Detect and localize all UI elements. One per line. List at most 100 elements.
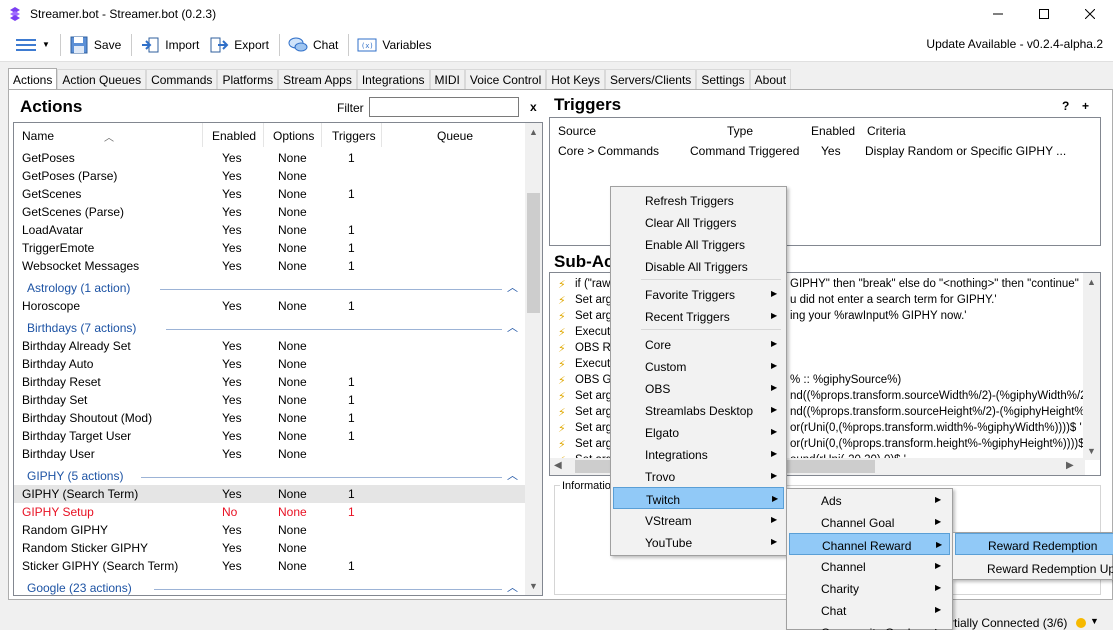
action-group-header[interactable]: Birthdays (7 actions) ︿ — [14, 319, 526, 337]
trigger-row-enabled[interactable]: Yes — [821, 144, 841, 158]
scroll-right-icon[interactable]: ▶ — [1066, 460, 1074, 471]
action-row[interactable]: Birthday Target User Yes None 1 — [14, 427, 526, 445]
twitch-menu-item[interactable]: Chat ▶ — [789, 599, 950, 621]
trigger-column-source[interactable]: Source — [558, 124, 596, 138]
update-available-link[interactable]: Update Available - v0.2.4-alpha.2 — [926, 37, 1103, 51]
add-trigger-button[interactable]: + — [1082, 99, 1089, 113]
trigger-row-criteria[interactable]: Display Random or Specific GIPHY ... — [865, 144, 1066, 158]
column-header-triggers[interactable]: Triggers — [332, 129, 376, 143]
actions-list[interactable]: ︿ Name Enabled Options Triggers Queue Ge… — [13, 122, 543, 596]
menu-item-streamlabs-desktop[interactable]: Streamlabs Desktop ▶ — [613, 399, 784, 421]
collapse-chevron-icon[interactable]: ︿ — [507, 319, 518, 335]
twitch-menu-item[interactable]: Ads ▶ — [789, 489, 950, 511]
action-row[interactable]: Random GIPHY Yes None — [14, 521, 526, 539]
tab-midi[interactable]: MIDI — [429, 69, 465, 90]
trigger-column-type[interactable]: Type — [727, 124, 753, 138]
action-row[interactable]: LoadAvatar Yes None 1 — [14, 221, 526, 239]
column-header-enabled[interactable]: Enabled — [212, 129, 256, 143]
twitch-menu-item[interactable]: Channel Reward ▶ — [789, 533, 950, 555]
tab-servers-clients[interactable]: Servers/Clients — [604, 69, 697, 90]
triggers-help-button[interactable]: ? — [1062, 99, 1069, 113]
save-button[interactable]: Save — [65, 32, 125, 58]
menu-item-trovo[interactable]: Trovo ▶ — [613, 465, 784, 487]
reward-menu-item[interactable]: Reward Redemption — [955, 533, 1113, 555]
action-row[interactable]: Birthday User Yes None — [14, 445, 526, 463]
tab-integrations[interactable]: Integrations — [356, 69, 430, 90]
collapse-chevron-icon[interactable]: ︿ — [507, 467, 518, 483]
menu-item[interactable]: Favorite Triggers ▶ — [613, 283, 784, 305]
export-button[interactable]: Export — [205, 32, 273, 58]
menu-item[interactable]: Clear All Triggers — [613, 211, 784, 233]
collapse-chevron-icon[interactable]: ︿ — [507, 279, 518, 295]
column-header-name[interactable]: Name — [22, 129, 54, 143]
action-group-header[interactable]: GIPHY (5 actions) ︿ — [14, 467, 526, 485]
scroll-down-icon[interactable]: ▼ — [1087, 446, 1096, 456]
tab-hot-keys[interactable]: Hot Keys — [546, 69, 605, 90]
tab-stream-apps[interactable]: Stream Apps — [278, 69, 357, 90]
action-row[interactable]: Horoscope Yes None 1 — [14, 297, 526, 315]
tab-settings[interactable]: Settings — [696, 69, 750, 90]
menu-item-obs[interactable]: OBS ▶ — [613, 377, 784, 399]
tab-about[interactable]: About — [749, 69, 792, 90]
action-row[interactable]: GetScenes (Parse) Yes None — [14, 203, 526, 221]
subactions-vertical-scrollbar[interactable]: ▲ ▼ — [1083, 273, 1100, 460]
scrollbar-thumb[interactable] — [527, 193, 540, 313]
action-row[interactable]: Random Sticker GIPHY Yes None — [14, 539, 526, 557]
scroll-up-icon[interactable]: ▲ — [1087, 277, 1096, 287]
close-button[interactable] — [1067, 0, 1113, 28]
action-row[interactable]: GetPoses Yes None 1 — [14, 149, 526, 167]
twitch-menu-item[interactable]: Charity ▶ — [789, 577, 950, 599]
scroll-up-icon[interactable]: ▲ — [529, 127, 538, 137]
trigger-column-criteria[interactable]: Criteria — [867, 124, 906, 138]
action-row[interactable]: Sticker GIPHY (Search Term) Yes None 1 — [14, 557, 526, 575]
action-row[interactable]: Birthday Shoutout (Mod) Yes None 1 — [14, 409, 526, 427]
menu-item-vstream[interactable]: VStream ▶ — [613, 509, 784, 531]
scroll-left-icon[interactable]: ◀ — [554, 460, 562, 471]
action-row[interactable]: Birthday Already Set Yes None — [14, 337, 526, 355]
trigger-row-source[interactable]: Core > Commands — [558, 144, 659, 158]
action-row[interactable]: Birthday Set Yes None 1 — [14, 391, 526, 409]
action-row[interactable]: GetScenes Yes None 1 — [14, 185, 526, 203]
tab-voice-control[interactable]: Voice Control — [464, 69, 547, 90]
import-button[interactable]: Import — [136, 32, 203, 58]
tab-platforms[interactable]: Platforms — [217, 69, 279, 90]
maximize-button[interactable] — [1021, 0, 1067, 28]
menu-item-custom[interactable]: Custom ▶ — [613, 355, 784, 377]
twitch-menu-item[interactable]: Channel Goal ▶ — [789, 511, 950, 533]
action-row[interactable]: GetPoses (Parse) Yes None — [14, 167, 526, 185]
menu-item[interactable]: Recent Triggers ▶ — [613, 305, 784, 327]
action-row[interactable]: TriggerEmote Yes None 1 — [14, 239, 526, 257]
trigger-column-enabled[interactable]: Enabled — [811, 124, 855, 138]
menu-item-integrations[interactable]: Integrations ▶ — [613, 443, 784, 465]
action-row[interactable]: GIPHY (Search Term) Yes None 1 — [14, 485, 526, 503]
minimize-button[interactable] — [975, 0, 1021, 28]
action-row[interactable]: GIPHY Setup No None 1 — [14, 503, 526, 521]
menu-item-core[interactable]: Core ▶ — [613, 333, 784, 355]
clear-filter-button[interactable]: x — [530, 100, 537, 114]
tab-commands[interactable]: Commands — [146, 69, 218, 90]
actions-vertical-scrollbar[interactable]: ▲ ▼ — [525, 123, 542, 595]
menu-item[interactable]: Refresh Triggers — [613, 189, 784, 211]
collapse-chevron-icon[interactable]: ︿ — [507, 579, 518, 595]
action-row[interactable]: Websocket Messages Yes None 1 — [14, 257, 526, 275]
menu-item-elgato[interactable]: Elgato ▶ — [613, 421, 784, 443]
menu-dropdown-button[interactable]: ▼ — [10, 32, 54, 58]
twitch-menu-item[interactable]: Channel ▶ — [789, 555, 950, 577]
action-row[interactable]: Birthday Auto Yes None — [14, 355, 526, 373]
column-header-options[interactable]: Options — [273, 129, 314, 143]
trigger-row-type[interactable]: Command Triggered — [690, 144, 799, 158]
twitch-menu-item[interactable]: Community Goal▶ — [789, 621, 950, 630]
chat-button[interactable]: Chat — [284, 32, 342, 58]
tab-actions[interactable]: Actions — [8, 68, 58, 90]
menu-item-youtube[interactable]: YouTube ▶ — [613, 531, 784, 553]
column-header-queue[interactable]: Queue — [437, 129, 473, 143]
action-group-header[interactable]: Astrology (1 action) ︿ — [14, 279, 526, 297]
scroll-down-icon[interactable]: ▼ — [529, 581, 538, 591]
action-group-header[interactable]: Google (23 actions) ︿ — [14, 579, 526, 595]
menu-item[interactable]: Disable All Triggers — [613, 255, 784, 277]
menu-item-twitch[interactable]: Twitch ▶ — [613, 487, 784, 509]
action-row[interactable]: Birthday Reset Yes None 1 — [14, 373, 526, 391]
status-dropdown-icon[interactable]: ▼ — [1090, 616, 1099, 626]
tab-action-queues[interactable]: Action Queues — [57, 69, 147, 90]
menu-item[interactable]: Enable All Triggers — [613, 233, 784, 255]
